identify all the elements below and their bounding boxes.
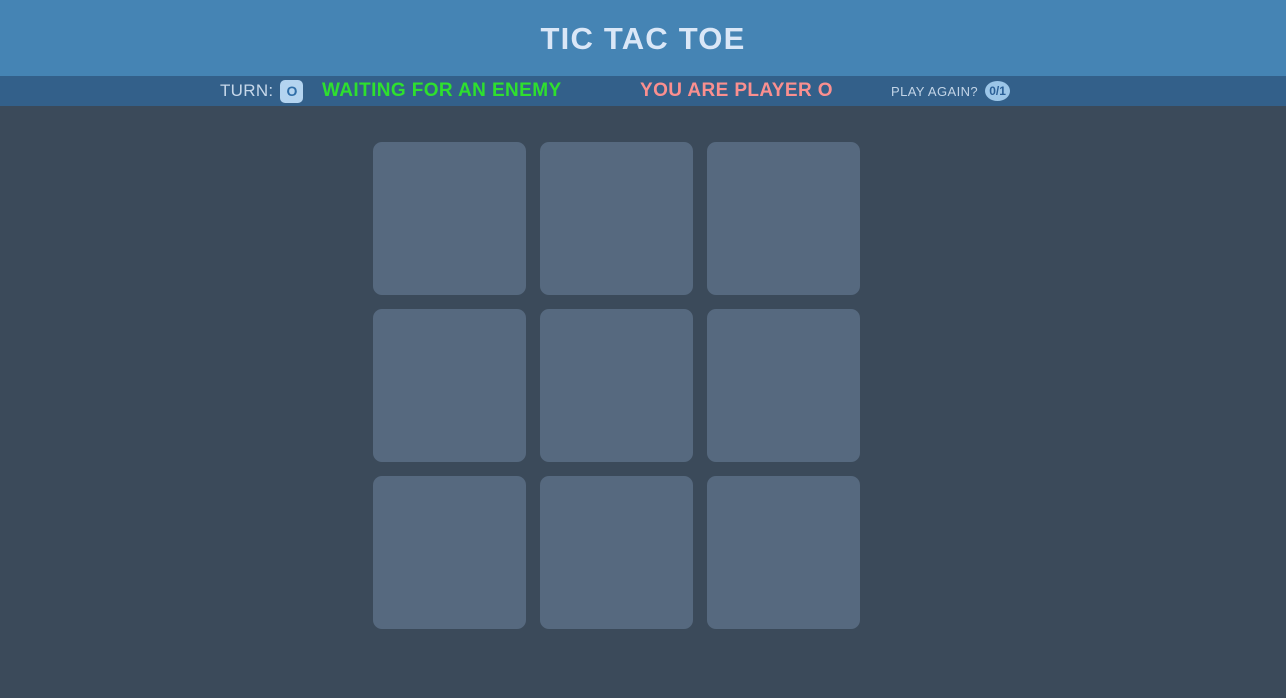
turn-badge: O: [280, 79, 304, 103]
board-cell[interactable]: [373, 142, 526, 295]
status-bar: TURN: O WAITING FOR AN ENEMY YOU ARE PLA…: [0, 76, 1286, 106]
board-cell[interactable]: [707, 309, 860, 462]
play-again-control[interactable]: PLAY AGAIN? 0/1: [891, 81, 1011, 101]
you-are-player-text: YOU ARE PLAYER O: [640, 80, 833, 101]
page-title: TIC TAC TOE: [540, 20, 746, 56]
play-again-label[interactable]: PLAY AGAIN?: [891, 84, 978, 99]
board-cell[interactable]: [707, 142, 860, 295]
player-assignment: YOU ARE PLAYER O: [640, 80, 833, 102]
game-board: [373, 142, 860, 629]
turn-label: TURN:: [220, 81, 274, 100]
board-cell[interactable]: [540, 142, 693, 295]
waiting-status: WAITING FOR AN ENEMY: [322, 80, 562, 102]
board-cell[interactable]: [540, 476, 693, 629]
play-again-count-badge[interactable]: 0/1: [985, 81, 1011, 101]
turn-indicator: TURN: O: [220, 79, 304, 103]
board-cell[interactable]: [540, 309, 693, 462]
tic-tac-toe-app: TIC TAC TOE TURN: O WAITING FOR AN ENEMY…: [0, 0, 1286, 698]
waiting-for-enemy-text: WAITING FOR AN ENEMY: [322, 80, 562, 101]
board-cell[interactable]: [373, 476, 526, 629]
app-header: TIC TAC TOE: [0, 0, 1286, 76]
board-cell[interactable]: [373, 309, 526, 462]
board-cell[interactable]: [707, 476, 860, 629]
board-area: [0, 106, 1286, 698]
